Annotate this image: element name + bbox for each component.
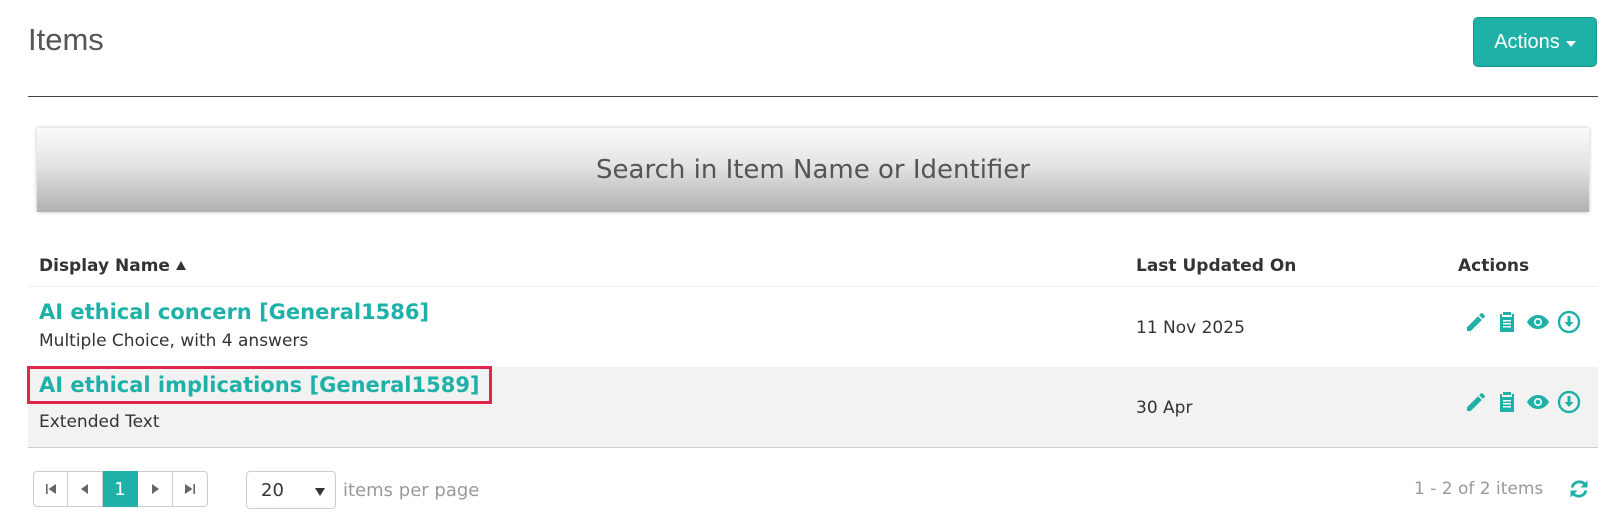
page-1-button[interactable]: 1 — [103, 471, 138, 507]
last-updated-date: 30 Apr — [1136, 398, 1193, 418]
chevron-down-icon — [315, 488, 325, 496]
row-actions — [1464, 310, 1581, 334]
column-header-label: Display Name — [39, 256, 170, 276]
previous-page-icon — [81, 484, 88, 494]
last-updated-date: 11 Nov 2025 — [1136, 318, 1245, 338]
sort-ascending-icon — [175, 261, 186, 270]
search-bar[interactable]: Search in Item Name or Identifier — [37, 128, 1589, 212]
column-header-display-name[interactable]: Display Name — [39, 256, 186, 276]
header-divider — [28, 96, 1598, 97]
previous-page-button[interactable] — [68, 471, 103, 507]
clipboard-icon[interactable] — [1495, 310, 1519, 334]
item-title-link[interactable]: AI ethical concern [General1586] — [39, 300, 429, 324]
next-page-button[interactable] — [138, 471, 173, 507]
column-header-last-updated[interactable]: Last Updated On — [1136, 256, 1296, 276]
last-page-icon — [185, 484, 195, 494]
item-type-text: Multiple Choice, with 4 answers — [39, 331, 309, 351]
refresh-icon[interactable] — [1567, 477, 1591, 501]
download-icon[interactable] — [1557, 310, 1581, 334]
eye-icon[interactable] — [1526, 390, 1550, 414]
pagination: 1 — [33, 471, 208, 507]
column-header-actions: Actions — [1458, 256, 1530, 276]
download-icon[interactable] — [1557, 390, 1581, 414]
pencil-icon[interactable] — [1464, 310, 1488, 334]
first-page-icon — [45, 484, 56, 494]
clipboard-icon[interactable] — [1495, 390, 1519, 414]
row-actions — [1464, 390, 1581, 414]
items-per-page-select[interactable]: 20 — [246, 471, 336, 509]
actions-dropdown-button[interactable]: Actions — [1473, 17, 1597, 67]
items-per-page-label: items per page — [343, 480, 480, 501]
eye-icon[interactable] — [1526, 310, 1550, 334]
pagination-range-info: 1 - 2 of 2 items — [1414, 479, 1544, 499]
table-bottom-divider — [28, 447, 1598, 448]
page-title: Items — [28, 22, 104, 57]
table-row: AI ethical concern [General1586] Multipl… — [28, 287, 1598, 367]
item-title-link[interactable]: AI ethical implications [General1589] — [27, 366, 492, 404]
table-row: AI ethical implications [General1589] Ex… — [27, 366, 1598, 447]
item-type-text: Extended Text — [39, 412, 160, 432]
last-page-button[interactable] — [173, 471, 208, 507]
next-page-icon — [152, 484, 159, 494]
first-page-button[interactable] — [33, 471, 68, 507]
caret-down-icon — [1565, 40, 1576, 47]
actions-button-label: Actions — [1494, 30, 1560, 53]
pencil-icon[interactable] — [1464, 390, 1488, 414]
items-per-page-value: 20 — [261, 479, 284, 501]
